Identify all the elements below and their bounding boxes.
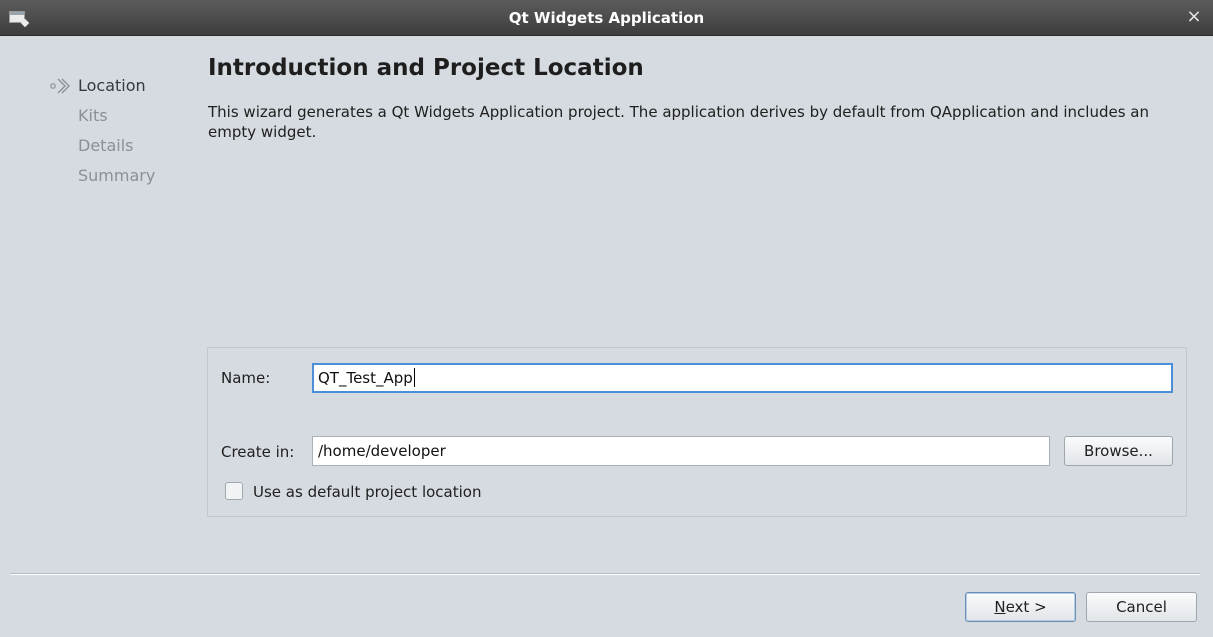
wizard-window: Qt Widgets Application × Location Kits D… [0,0,1213,637]
current-step-arrow-icon [50,78,70,94]
step-label: Summary [78,166,156,185]
cancel-button[interactable]: Cancel [1086,592,1197,622]
create-in-label: Create in: [221,443,295,461]
close-icon[interactable]: × [1184,7,1204,27]
button-divider [10,574,1200,575]
default-location-label[interactable]: Use as default project location [253,483,481,501]
name-label: Name: [221,369,271,387]
next-label: ext > [1005,598,1047,616]
page-title: Introduction and Project Location [208,55,644,81]
name-input-value: QT_Test_App [318,369,413,387]
next-button[interactable]: Next > [965,592,1076,622]
create-in-input[interactable]: /home/developer [312,436,1050,466]
next-mnemonic: N [994,598,1006,616]
step-summary: Summary [46,164,155,194]
text-cursor [413,368,415,387]
step-label: Details [78,136,134,155]
step-details: Details [46,134,155,164]
default-location-checkbox[interactable] [225,482,243,500]
create-in-input-value: /home/developer [318,442,446,460]
browse-button[interactable]: Browse... [1064,436,1173,466]
step-label: Kits [78,106,108,125]
step-kits: Kits [46,104,155,134]
project-location-form: Name: QT_Test_App Create in: /home/devel… [207,347,1187,517]
name-input[interactable]: QT_Test_App [312,363,1173,393]
page-description: This wizard generates a Qt Widgets Appli… [208,103,1149,141]
step-location: Location [46,74,155,104]
wizard-steps: Location Kits Details Summary [46,74,155,194]
step-label: Location [78,76,146,95]
title-bar[interactable]: Qt Widgets Application × [0,0,1213,36]
window-title: Qt Widgets Application [508,9,705,27]
